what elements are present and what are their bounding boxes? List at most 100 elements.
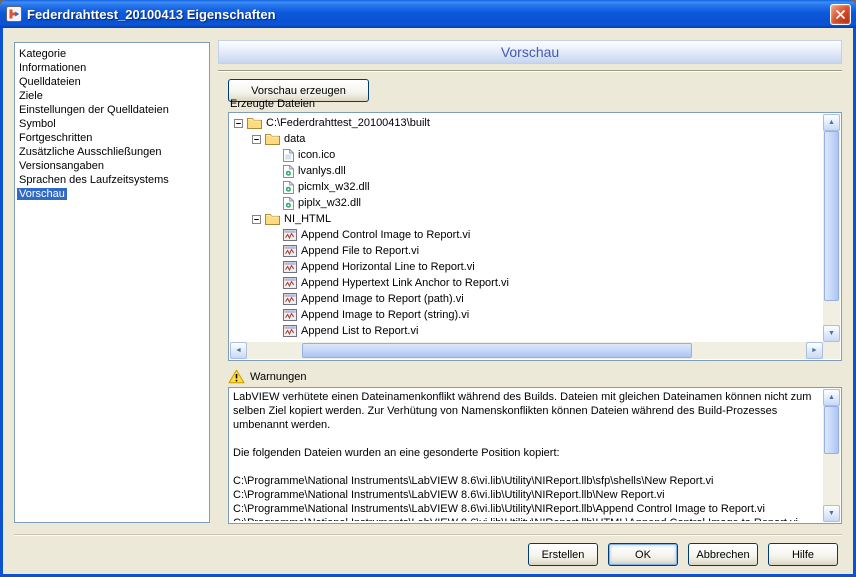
tree-item[interactable]: Append Image to Report (path).vi bbox=[231, 291, 823, 307]
vi-icon bbox=[283, 293, 297, 305]
scrollbar-corner bbox=[823, 342, 840, 359]
sidebar-item-sprachen-des-laufzeitsystems[interactable]: Sprachen des Laufzeitsystems bbox=[17, 173, 207, 187]
tree-item-label: Append Control Image to Report.vi bbox=[301, 229, 471, 241]
scroll-up-icon[interactable]: ▲ bbox=[823, 114, 840, 131]
scroll-down-icon[interactable]: ▼ bbox=[823, 505, 840, 522]
sidebar-item-label: Einstellungen der Quelldateien bbox=[19, 104, 169, 116]
warnings-box[interactable]: LabVIEW verhütete einen Dateinamenkonfli… bbox=[228, 387, 842, 524]
dll-icon bbox=[283, 196, 294, 210]
header-divider bbox=[218, 70, 842, 72]
sidebar-item-label: Sprachen des Laufzeitsystems bbox=[19, 174, 169, 186]
tree-item-label: lvanlys.dll bbox=[298, 165, 346, 177]
tree-item[interactable]: picmlx_w32.dll bbox=[231, 179, 823, 195]
scroll-right-icon[interactable]: ► bbox=[806, 342, 823, 359]
scroll-down-icon[interactable]: ▼ bbox=[823, 325, 840, 342]
vi-icon bbox=[283, 325, 297, 337]
scroll-left-icon[interactable]: ◄ bbox=[230, 342, 247, 359]
vi-icon bbox=[283, 277, 297, 289]
tree-item[interactable]: C:\Federdrahttest_20100413\built bbox=[231, 115, 823, 131]
collapse-minus-icon[interactable] bbox=[234, 118, 243, 128]
window-title: Federdrahttest_20100413 Eigenschaften bbox=[27, 6, 276, 22]
tree-vscroll-thumb[interactable] bbox=[824, 131, 839, 301]
warnings-vertical-scrollbar[interactable]: ▲ ▼ bbox=[823, 389, 840, 522]
tree-item-label: NI_HTML bbox=[284, 213, 332, 225]
tree-item[interactable]: icon.ico bbox=[231, 147, 823, 163]
collapse-minus-icon[interactable] bbox=[252, 134, 261, 144]
hilfe-button[interactable]: Hilfe bbox=[768, 543, 838, 566]
tree-item[interactable]: NI_HTML bbox=[231, 211, 823, 227]
sidebar-item-quelldateien[interactable]: Quelldateien bbox=[17, 75, 207, 89]
warnings-vscroll-thumb[interactable] bbox=[824, 406, 839, 454]
sidebar-item-label: Fortgeschritten bbox=[19, 132, 93, 144]
sidebar-item-label: Ziele bbox=[19, 90, 43, 102]
tree-vertical-scrollbar[interactable]: ▲ ▼ bbox=[823, 114, 840, 342]
tree-item-label: Append Image to Report (string).vi bbox=[301, 309, 470, 321]
titlebar[interactable]: Federdrahttest_20100413 Eigenschaften bbox=[0, 0, 856, 28]
category-header: Kategorie bbox=[19, 48, 67, 60]
tree-item-label: Append Hypertext Link Anchor to Report.v… bbox=[301, 277, 509, 289]
properties-dialog: Federdrahttest_20100413 Eigenschaften Ka… bbox=[0, 0, 856, 577]
sidebar-item-symbol[interactable]: Symbol bbox=[17, 117, 207, 131]
sidebar-item-versionsangaben[interactable]: Versionsangaben bbox=[17, 159, 207, 173]
generated-files-label: Erzeugte Dateien bbox=[230, 98, 315, 110]
sidebar-item-label: Informationen bbox=[19, 62, 87, 74]
tree-item-label: Append List to Report.vi bbox=[301, 325, 419, 337]
folder-icon bbox=[247, 117, 262, 129]
sidebar-item-label: Quelldateien bbox=[19, 76, 81, 88]
vi-icon bbox=[283, 229, 297, 241]
tree-item[interactable]: Append List to Report.vi bbox=[231, 323, 823, 339]
close-button[interactable] bbox=[830, 4, 851, 25]
dll-icon bbox=[283, 180, 294, 194]
footer-divider bbox=[14, 534, 842, 536]
sidebar-item-label: Vorschau bbox=[17, 188, 67, 200]
tree-item[interactable]: lvanlys.dll bbox=[231, 163, 823, 179]
warnings-header: Warnungen bbox=[228, 369, 306, 384]
footer-buttons: Erstellen OK Abbrechen Hilfe bbox=[528, 543, 838, 566]
scroll-up-icon[interactable]: ▲ bbox=[823, 389, 840, 406]
tree-item-label: Append Image to Report (path).vi bbox=[301, 293, 464, 305]
page-banner: Vorschau bbox=[218, 40, 842, 64]
tree-item-label: piplx_w32.dll bbox=[298, 197, 361, 209]
abbrechen-button[interactable]: Abbrechen bbox=[688, 543, 758, 566]
tree-item[interactable]: Append File to Report.vi bbox=[231, 243, 823, 259]
ok-button[interactable]: OK bbox=[608, 543, 678, 566]
tree-horizontal-scrollbar[interactable]: ◄ ► bbox=[230, 342, 823, 359]
file-icon bbox=[283, 148, 294, 162]
category-listbox[interactable]: Kategorie Informationen Quelldateien Ziele… bbox=[14, 42, 210, 523]
warnings-text: LabVIEW verhütete einen Dateinamenkonfli… bbox=[233, 391, 812, 521]
tree-item-label: picmlx_w32.dll bbox=[298, 181, 370, 193]
sidebar-item-zus-tzliche-ausschlie-ungen[interactable]: Zusätzliche Ausschließungen bbox=[17, 145, 207, 159]
sidebar-item-ziele[interactable]: Ziele bbox=[17, 89, 207, 103]
tree-item[interactable]: Append Hypertext Link Anchor to Report.v… bbox=[231, 275, 823, 291]
erstellen-button[interactable]: Erstellen bbox=[528, 543, 598, 566]
dialog-body: Kategorie Informationen Quelldateien Ziele… bbox=[0, 28, 856, 577]
tree-item[interactable]: piplx_w32.dll bbox=[231, 195, 823, 211]
warnings-label: Warnungen bbox=[250, 370, 307, 383]
vi-icon bbox=[283, 261, 297, 273]
tree-hscroll-thumb[interactable] bbox=[302, 343, 692, 358]
dll-icon bbox=[283, 164, 294, 178]
tree-item-label: Append File to Report.vi bbox=[301, 245, 420, 257]
sidebar-item-informationen[interactable]: Informationen bbox=[17, 61, 207, 75]
tree-item-label: C:\Federdrahttest_20100413\built bbox=[266, 117, 430, 129]
tree-item[interactable]: Append Image to Report (string).vi bbox=[231, 307, 823, 323]
page-title: Vorschau bbox=[500, 44, 560, 60]
sidebar-item-label: Versionsangaben bbox=[19, 160, 105, 172]
file-tree: C:\Federdrahttest_20100413\builtdata icon… bbox=[231, 115, 823, 342]
vi-icon bbox=[283, 245, 297, 257]
tree-item[interactable]: Append Horizontal Line to Report.vi bbox=[231, 259, 823, 275]
sidebar-item-fortgeschritten[interactable]: Fortgeschritten bbox=[17, 131, 207, 145]
sidebar-item-label: Zusätzliche Ausschließungen bbox=[19, 146, 162, 158]
folder-icon bbox=[265, 213, 280, 225]
folder-icon bbox=[265, 133, 280, 145]
tree-item-label: icon.ico bbox=[298, 149, 336, 161]
warning-triangle-icon bbox=[228, 369, 245, 384]
category-list: Informationen Quelldateien Ziele Einstellun… bbox=[17, 61, 207, 201]
labview-app-icon bbox=[6, 6, 22, 22]
tree-item[interactable]: Append Control Image to Report.vi bbox=[231, 227, 823, 243]
sidebar-item-einstellungen-der-quelldateien[interactable]: Einstellungen der Quelldateien bbox=[17, 103, 207, 117]
collapse-minus-icon[interactable] bbox=[252, 214, 261, 224]
sidebar-item-vorschau[interactable]: Vorschau bbox=[17, 187, 207, 201]
tree-item[interactable]: data bbox=[231, 131, 823, 147]
generated-files-treeview[interactable]: C:\Federdrahttest_20100413\builtdata icon… bbox=[228, 112, 842, 361]
